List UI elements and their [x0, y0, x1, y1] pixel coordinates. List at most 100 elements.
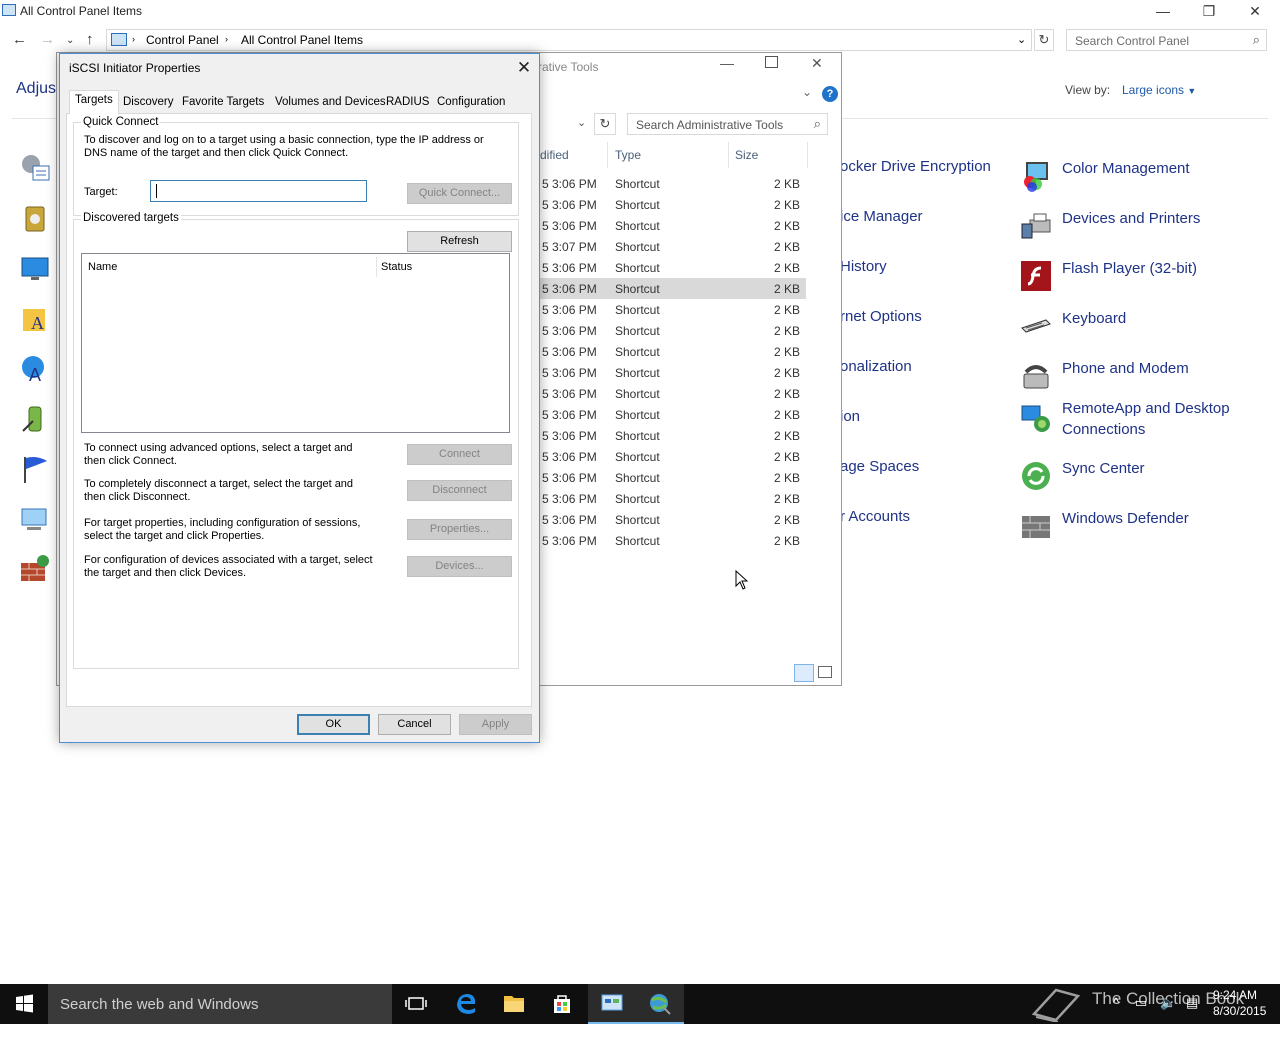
network-icon[interactable]: ▭ — [1135, 995, 1147, 1011]
target-input[interactable] — [150, 180, 367, 202]
column-separator[interactable] — [807, 142, 808, 168]
tab-targets[interactable]: Targets — [69, 90, 119, 114]
cp-item-keyboard[interactable]: Keyboard — [1020, 308, 1260, 348]
minimize-button[interactable]: — — [1140, 0, 1186, 22]
task-view-icon[interactable] — [392, 984, 440, 1024]
storage-spaces-item-partial[interactable]: age Spaces — [840, 458, 919, 475]
clock-time[interactable]: 9:24 AM — [1213, 988, 1257, 1002]
store-icon[interactable] — [538, 984, 586, 1024]
fonts-icon[interactable]: A — [19, 303, 51, 335]
backup-icon[interactable] — [19, 203, 51, 235]
column-header-modified[interactable]: dified — [540, 148, 569, 162]
clock-date[interactable]: 8/30/2015 — [1213, 1004, 1266, 1018]
disconnect-button[interactable]: Disconnect — [407, 480, 512, 501]
volume-icon[interactable]: 🔈 — [1160, 995, 1176, 1011]
security-maintenance-icon[interactable] — [19, 453, 51, 485]
column-header-size[interactable]: Size — [735, 148, 758, 162]
device-manager-item-partial[interactable]: ice Manager — [840, 208, 923, 225]
column-header-status[interactable]: Status — [381, 261, 412, 273]
file-row[interactable]: 5 3:06 PM Shortcut 2 KB — [540, 320, 806, 341]
file-row[interactable]: 5 3:06 PM Shortcut 2 KB — [540, 404, 806, 425]
region-item-partial[interactable]: ion — [840, 408, 860, 425]
display-icon[interactable] — [19, 253, 51, 285]
file-row[interactable]: 5 3:06 PM Shortcut 2 KB — [540, 215, 806, 236]
edge-browser-icon[interactable] — [442, 984, 490, 1024]
column-separator[interactable] — [376, 257, 377, 277]
ribbon-expand-icon[interactable]: ⌄ — [802, 85, 812, 99]
forward-arrow-icon[interactable]: → — [40, 31, 55, 48]
file-row[interactable]: 5 3:06 PM Shortcut 2 KB — [540, 425, 806, 446]
connect-button[interactable]: Connect — [407, 444, 512, 465]
file-row[interactable]: 5 3:06 PM Shortcut 2 KB — [540, 173, 806, 194]
file-row[interactable]: 5 3:06 PM Shortcut 2 KB — [540, 530, 806, 551]
column-separator[interactable] — [728, 142, 729, 168]
tab-radius[interactable]: RADIUS — [380, 92, 435, 113]
refresh-button[interactable]: Refresh — [407, 231, 512, 252]
language-icon[interactable]: A — [19, 353, 51, 385]
tab-volumes-devices[interactable]: Volumes and Devices — [269, 92, 392, 113]
column-header-name[interactable]: Name — [88, 261, 117, 273]
help-icon[interactable]: ? — [822, 86, 838, 102]
up-arrow-icon[interactable]: ↑ — [86, 31, 94, 48]
cp-item-flash-player[interactable]: Flash Player (32-bit) — [1020, 258, 1260, 298]
apply-button[interactable]: Apply — [459, 714, 532, 735]
search-input[interactable]: Search Control Panel ⌕ — [1066, 29, 1267, 51]
cancel-button[interactable]: Cancel — [378, 714, 451, 735]
bitlocker-item-partial[interactable]: ocker Drive Encryption — [840, 158, 991, 175]
power-options-icon[interactable] — [19, 403, 51, 435]
large-icons-view-icon[interactable] — [818, 666, 832, 678]
details-view-icon[interactable] — [794, 664, 814, 682]
address-bar[interactable]: › Control Panel › All Control Panel Item… — [106, 29, 1032, 51]
file-row[interactable]: 5 3:06 PM Shortcut 2 KB — [540, 257, 806, 278]
tray-overflow-icon[interactable]: ^ — [1113, 995, 1119, 1010]
breadcrumb-separator-icon[interactable]: › — [225, 34, 228, 44]
action-center-icon[interactable]: ▤ — [1186, 995, 1198, 1011]
properties-button[interactable]: Properties... — [407, 519, 512, 540]
action-center-icon[interactable] — [19, 152, 51, 184]
refresh-icon[interactable]: ↻ — [1034, 29, 1054, 51]
cp-item-remoteapp[interactable]: RemoteApp and Desktop Connections — [1020, 398, 1260, 438]
file-row[interactable]: 5 3:06 PM Shortcut 2 KB — [540, 488, 806, 509]
breadcrumb-separator-icon[interactable]: › — [132, 34, 135, 44]
cp-item-windows-defender[interactable]: Windows Defender — [1020, 508, 1260, 548]
file-row[interactable]: 5 3:06 PM Shortcut 2 KB — [540, 383, 806, 404]
cp-item-phone-modem[interactable]: Phone and Modem — [1020, 358, 1260, 398]
personalization-item-partial[interactable]: onalization — [840, 358, 912, 375]
file-explorer-icon[interactable] — [490, 984, 538, 1024]
refresh-icon[interactable]: ↻ — [594, 113, 616, 135]
start-button[interactable] — [0, 984, 48, 1024]
address-dropdown-icon[interactable]: ⌄ — [577, 116, 586, 129]
user-accounts-item-partial[interactable]: r Accounts — [840, 508, 910, 525]
breadcrumb-control-panel[interactable]: Control Panel — [146, 33, 219, 47]
system-icon[interactable] — [19, 503, 51, 535]
file-row[interactable]: 5 3:06 PM Shortcut 2 KB — [540, 362, 806, 383]
internet-options-item-partial[interactable]: rnet Options — [840, 308, 922, 325]
quick-connect-button[interactable]: Quick Connect... — [407, 183, 512, 204]
recent-dropdown-icon[interactable]: ⌄ — [66, 35, 74, 46]
file-row[interactable]: 5 3:06 PM Shortcut 2 KB — [540, 194, 806, 215]
control-panel-taskbar-icon[interactable] — [588, 984, 636, 1024]
file-row[interactable]: 5 3:06 PM Shortcut 2 KB — [540, 467, 806, 488]
cp-item-devices-printers[interactable]: Devices and Printers — [1020, 208, 1260, 248]
column-header-type[interactable]: Type — [615, 148, 641, 162]
tab-configuration[interactable]: Configuration — [431, 92, 511, 113]
view-by-dropdown[interactable]: Large icons ▼ — [1122, 83, 1196, 97]
ok-button[interactable]: OK — [297, 714, 370, 735]
firewall-icon[interactable] — [19, 553, 51, 585]
back-arrow-icon[interactable]: ← — [12, 31, 27, 48]
cp-item-color-management[interactable]: Color Management — [1020, 158, 1260, 198]
file-row[interactable]: 5 3:06 PM Shortcut 2 KB — [540, 446, 806, 467]
file-row[interactable]: 5 3:07 PM Shortcut 2 KB — [540, 236, 806, 257]
admin-tools-search-input[interactable]: Search Administrative Tools ⌕ — [627, 113, 828, 135]
discovered-targets-list[interactable]: Name Status — [81, 253, 510, 433]
address-dropdown-icon[interactable]: ⌄ — [1017, 33, 1026, 46]
tab-favorite-targets[interactable]: Favorite Targets — [176, 92, 270, 113]
breadcrumb-all-items[interactable]: All Control Panel Items — [241, 33, 363, 47]
column-separator[interactable] — [607, 142, 608, 168]
file-row[interactable]: 5 3:06 PM Shortcut 2 KB — [540, 341, 806, 362]
file-row[interactable]: 5 3:06 PM Shortcut 2 KB — [540, 509, 806, 530]
minimize-button[interactable]: — — [720, 55, 734, 71]
iscsi-initiator-taskbar-icon[interactable] — [636, 984, 684, 1024]
maximize-button[interactable] — [765, 56, 778, 68]
taskbar-search-box[interactable]: Search the web and Windows — [48, 984, 392, 1024]
